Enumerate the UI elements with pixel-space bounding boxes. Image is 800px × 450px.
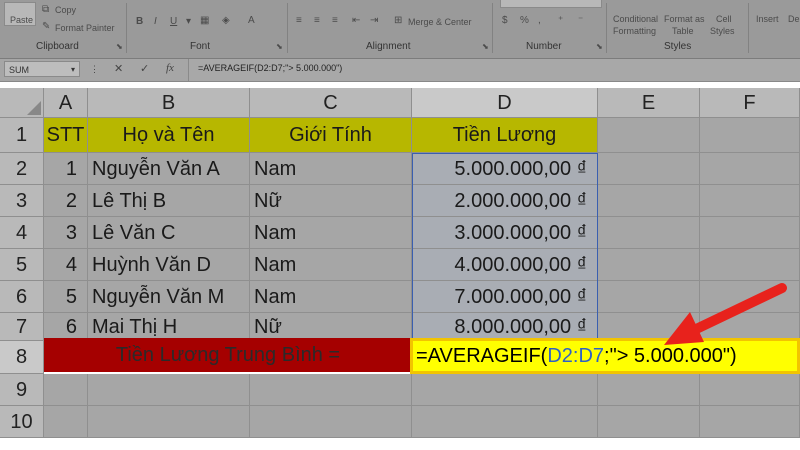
- red-arrow-annotation: [664, 283, 787, 345]
- arrow-icon: [664, 283, 787, 345]
